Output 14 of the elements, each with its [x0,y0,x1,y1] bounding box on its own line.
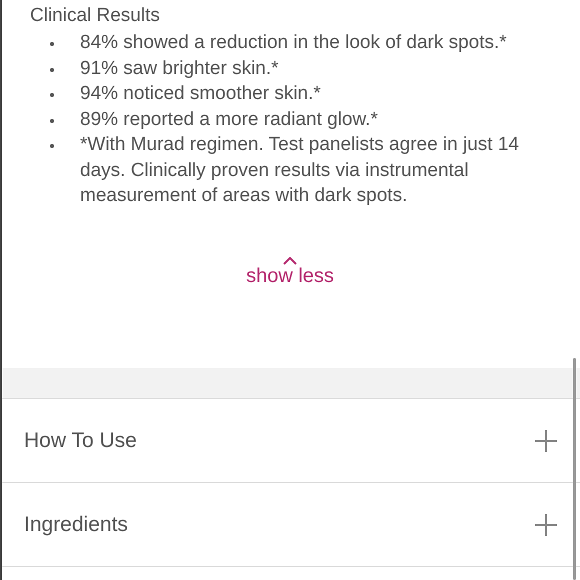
bullet-icon [50,144,54,148]
result-text: 91% saw brighter skin.* [80,56,280,80]
bullet-icon [50,118,54,122]
show-less-link[interactable]: show less [246,256,334,288]
scrollbar[interactable] [573,358,576,580]
result-text: 94% noticed smoother skin.* [80,82,322,106]
section-heading: Clinical Results [30,4,161,28]
caret-icon [283,256,297,264]
result-text: 84% showed a reduction in the look of dark spots.* [80,31,508,55]
result-text: *With Murad regimen. Test panelists agree in just 14 days. Clinically proven results via instrumental measurement of areas with dark spots. [80,133,520,208]
bullet-icon [50,68,54,72]
bullet-icon [50,42,54,46]
bullet-icon [50,93,54,97]
result-text: 89% reported a more radiant glow.* [80,108,379,132]
